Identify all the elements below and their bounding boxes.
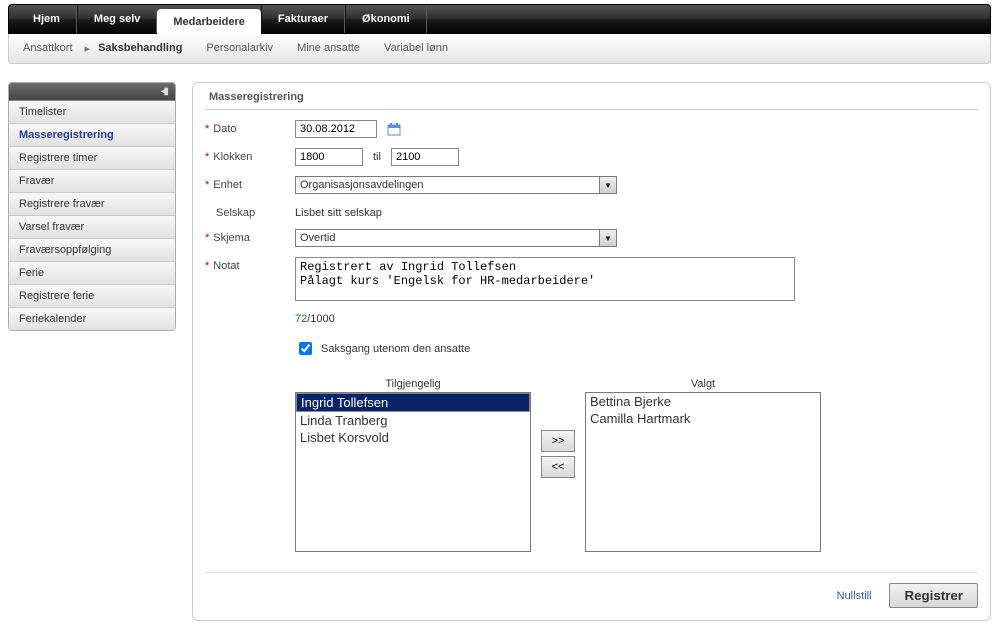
- top-nav: HjemMeg selvMedarbeidereFakturaerØkonomi: [8, 4, 991, 34]
- selected-listbox[interactable]: Bettina BjerkeCamilla Hartmark: [585, 392, 821, 552]
- sidebar: ◂▮ TimelisterMasseregistreringRegistrere…: [8, 82, 176, 331]
- dual-listbox: Tilgjengelig Ingrid TollefsenLinda Tranb…: [295, 378, 821, 552]
- topnav-item[interactable]: Medarbeidere: [157, 9, 261, 35]
- sidebar-item[interactable]: Feriekalender: [9, 308, 175, 330]
- list-item[interactable]: Lisbet Korsvold: [296, 429, 530, 446]
- sidebar-item[interactable]: Ferie: [9, 262, 175, 285]
- topnav-item[interactable]: Økonomi: [345, 5, 427, 33]
- submit-button[interactable]: Registrer: [889, 583, 978, 608]
- topnav-item[interactable]: Hjem: [17, 5, 77, 33]
- panel-title: Masseregistrering: [205, 89, 978, 110]
- sidebar-item[interactable]: Registrere fravær: [9, 193, 175, 216]
- skjema-select-value: Overtid: [296, 230, 599, 246]
- breadcrumb-arrow-icon: ▸: [85, 42, 91, 55]
- label-notat: Notat: [213, 260, 239, 272]
- calendar-icon[interactable]: [387, 122, 401, 136]
- available-listbox[interactable]: Ingrid TollefsenLinda TranbergLisbet Kor…: [295, 392, 531, 552]
- notat-textarea[interactable]: [295, 257, 795, 301]
- main-panel: Masseregistrering * Dato * Klokken til: [192, 82, 991, 621]
- klokken-til-input[interactable]: [391, 148, 459, 166]
- reset-link[interactable]: Nullstill: [837, 590, 872, 602]
- enhet-select-value: Organisasjonsavdelingen: [296, 177, 599, 193]
- subnav-item[interactable]: Variabel lønn: [384, 42, 448, 55]
- dropdown-icon: ▼: [599, 177, 616, 193]
- required-marker: *: [205, 260, 209, 272]
- label-dato: Dato: [213, 123, 236, 135]
- subnav-item[interactable]: Ansattkort: [23, 42, 73, 55]
- klokken-fra-input[interactable]: [295, 148, 363, 166]
- required-marker: *: [205, 232, 209, 244]
- list-item[interactable]: Bettina Bjerke: [586, 393, 820, 410]
- sidebar-item[interactable]: Masseregistrering: [9, 124, 175, 147]
- move-left-button[interactable]: <<: [541, 456, 575, 478]
- available-header: Tilgjengelig: [295, 378, 531, 390]
- dato-input[interactable]: [295, 120, 377, 138]
- sidebar-header: ◂▮: [9, 83, 175, 101]
- topnav-item[interactable]: Fakturaer: [261, 5, 345, 33]
- sidebar-item[interactable]: Fraværsoppfølging: [9, 239, 175, 262]
- saksgang-label[interactable]: Saksgang utenom den ansatte: [321, 343, 470, 355]
- list-item[interactable]: Ingrid Tollefsen: [296, 393, 530, 412]
- required-marker: *: [205, 179, 209, 191]
- sidebar-item[interactable]: Registrere ferie: [9, 285, 175, 308]
- label-klokken: Klokken: [213, 151, 252, 163]
- list-item[interactable]: Linda Tranberg: [296, 412, 530, 429]
- selected-header: Valgt: [585, 378, 821, 390]
- char-counter: 72/1000: [295, 313, 335, 325]
- saksgang-checkbox[interactable]: [299, 342, 312, 355]
- move-right-button[interactable]: >>: [541, 430, 575, 452]
- label-til: til: [373, 151, 381, 163]
- collapse-icon[interactable]: ◂▮: [160, 86, 167, 97]
- sidebar-item[interactable]: Timelister: [9, 101, 175, 124]
- enhet-select[interactable]: Organisasjonsavdelingen ▼: [295, 176, 617, 194]
- label-enhet: Enhet: [213, 179, 242, 191]
- label-selskap: Selskap: [216, 207, 255, 219]
- subnav-item[interactable]: Mine ansatte: [297, 42, 360, 55]
- panel-footer: Nullstill Registrer: [205, 572, 978, 608]
- required-marker: *: [205, 123, 209, 135]
- skjema-select[interactable]: Overtid ▼: [295, 229, 617, 247]
- sidebar-item[interactable]: Registrere timer: [9, 147, 175, 170]
- list-item[interactable]: Camilla Hartmark: [586, 410, 820, 427]
- selskap-value: Lisbet sitt selskap: [295, 204, 382, 219]
- subnav-item[interactable]: Saksbehandling: [98, 42, 182, 55]
- label-skjema: Skjema: [213, 232, 250, 244]
- required-marker: *: [205, 151, 209, 163]
- sidebar-item[interactable]: Varsel fravær: [9, 216, 175, 239]
- topnav-item[interactable]: Meg selv: [77, 5, 157, 33]
- subnav-item[interactable]: Personalarkiv: [206, 42, 273, 55]
- sub-nav: Ansattkort ▸ Saksbehandling Personalarkiv Mi…: [8, 34, 991, 64]
- dropdown-icon: ▼: [599, 230, 616, 246]
- sidebar-item[interactable]: Fravær: [9, 170, 175, 193]
